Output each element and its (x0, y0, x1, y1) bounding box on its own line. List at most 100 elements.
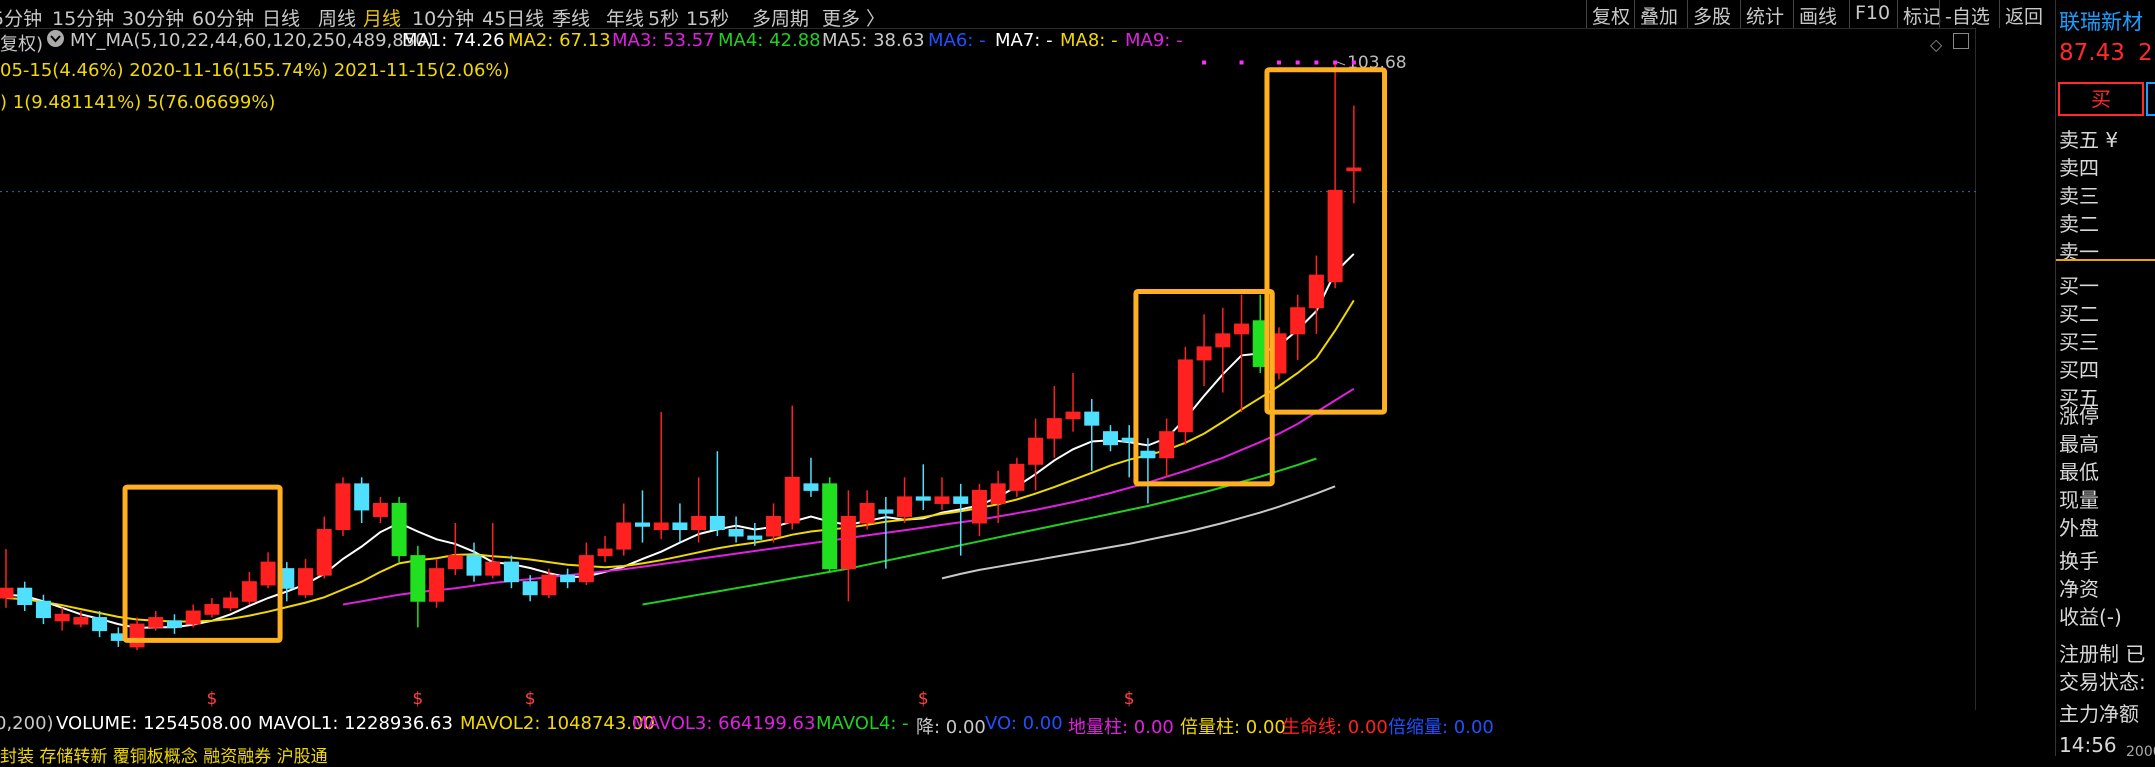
candle-body (298, 568, 314, 596)
candle-body (953, 496, 969, 504)
volume-stat-6: 降: 0.00 (916, 717, 986, 738)
period-toolbar: 5分钟 15分钟 30分钟 60分钟日线周线月线 10分钟 45日线季线年线5秒 15秒多周… (0, 0, 2043, 31)
period-7[interactable]: 10分钟 (412, 4, 474, 31)
stat-row-3: 现量 (2059, 488, 2099, 512)
candle-body (335, 483, 351, 531)
candle-body (1290, 307, 1306, 335)
period-4[interactable]: 日线 (262, 4, 300, 31)
candle-body (1140, 450, 1156, 459)
candle-body (1327, 189, 1343, 283)
tool-button-7[interactable]: -自选 (1945, 2, 1990, 29)
tool-button-0[interactable]: 复权 (1592, 2, 1630, 29)
candle-body (54, 613, 70, 622)
order-book-row-7: 买三 (2059, 330, 2099, 354)
candle-body (1215, 333, 1231, 348)
candle-body (541, 574, 557, 596)
buy-button[interactable]: 买 (2058, 82, 2144, 116)
last-price: 87.43 (2059, 40, 2125, 66)
period-0[interactable]: 5分钟 (0, 4, 42, 31)
stat-row-8: 注册制 已 (2059, 642, 2146, 666)
candle-body (35, 600, 51, 619)
candle-body (1159, 431, 1175, 459)
concept-tags: 封装 存储转新 覆铜板概念 融资融券 沪股通 (0, 747, 328, 767)
signal-dot (1202, 60, 1207, 65)
s-marker-icon: $ (1124, 689, 1135, 709)
period-8[interactable]: 45日线 (482, 4, 544, 31)
order-book-row-5: 买一 (2059, 274, 2099, 298)
candle-body (597, 548, 613, 557)
tool-button-4[interactable]: 画线 (1799, 2, 1837, 29)
period-12[interactable]: 15秒 (686, 4, 729, 31)
volume-stat-7: VO: 0.00 (985, 713, 1063, 734)
tool-button-8[interactable]: 返回 (2005, 2, 2043, 29)
candle-body (316, 529, 332, 576)
candle-body (503, 561, 519, 583)
order-book-row-1: 卖四 (2059, 156, 2099, 180)
tool-separator (1897, 0, 1898, 28)
candle-body (784, 476, 800, 524)
candle-body (653, 522, 669, 531)
order-book-row-6: 买二 (2059, 302, 2099, 326)
candle-body (17, 587, 33, 606)
candle-body (578, 555, 594, 583)
volume-stat-9: 倍量柱: 0.00 (1180, 717, 1286, 738)
high-marker-arrow (1336, 61, 1346, 66)
order-book-row-0: 卖五 ¥ (2059, 128, 2119, 152)
candle-body (560, 574, 576, 583)
tool-separator (1740, 0, 1741, 28)
candle-body (1177, 359, 1193, 433)
period-1[interactable]: 15分钟 (52, 4, 114, 31)
quote-panel: 联瑞新材 87.43 2. 买 卖五 ¥卖四卖三卖二卖一买一买二买三买四买五 涨… (2055, 0, 2155, 760)
sell-button-edge[interactable] (2146, 82, 2155, 116)
stat-row-9: 交易状态: (2059, 670, 2146, 694)
volume-stat-5: MAVOL4: - (816, 713, 909, 734)
tool-button-6[interactable]: 标记 (1903, 2, 1941, 29)
signal-dot (1351, 60, 1356, 65)
tool-button-3[interactable]: 统计 (1746, 2, 1784, 29)
candle-body (0, 587, 14, 599)
tool-separator (1586, 0, 1587, 28)
period-6[interactable]: 月线 (363, 4, 401, 31)
candle-body (73, 617, 89, 625)
order-book-row-3: 卖二 (2059, 212, 2099, 236)
tool-separator (1687, 0, 1688, 28)
bid-ask-divider (2056, 259, 2155, 261)
period-5[interactable]: 周线 (318, 4, 356, 31)
candle-body (429, 568, 445, 602)
period-3[interactable]: 60分钟 (192, 4, 254, 31)
candle-body (766, 515, 782, 537)
volume-stat-4: MAVOL3: 664199.63 (632, 713, 816, 734)
volume-scale-value: 2000 (2126, 744, 2155, 760)
volume-stat-3: MAVOL2: 1048743.00 (460, 713, 655, 734)
period-13[interactable]: 多周期 (752, 4, 809, 31)
stat-row-6: 净资 (2059, 577, 2099, 601)
candle-body (485, 561, 501, 576)
volume-stat-10: 生命线: 0.00 (1282, 717, 1388, 738)
period-9[interactable]: 季线 (552, 4, 590, 31)
candle-body (391, 502, 407, 557)
candle-body (971, 489, 987, 524)
candle-body (634, 522, 650, 527)
period-11[interactable]: 5秒 (648, 4, 679, 31)
tool-button-5[interactable]: F10 (1855, 2, 1890, 24)
period-10[interactable]: 年线 (606, 4, 644, 31)
candle-body (1009, 463, 1025, 491)
tool-button-2[interactable]: 多股 (1693, 2, 1731, 29)
s-marker-icon: $ (207, 689, 218, 709)
candle-body (709, 515, 725, 531)
tool-button-1[interactable]: 叠加 (1640, 2, 1678, 29)
candle-body (840, 515, 856, 570)
s-marker-icon: $ (525, 689, 536, 709)
kline-chart[interactable]: 10.0020.0030.0040.0050.0060.0070.0080.00… (0, 28, 1976, 710)
order-book-row-8: 买四 (2059, 358, 2099, 382)
signal-dot (1295, 60, 1300, 65)
signal-dot (1333, 60, 1338, 65)
candle-body (747, 535, 763, 540)
period-14[interactable]: 更多 〉 (822, 4, 885, 31)
stat-row-10: 主力净额 (2059, 702, 2139, 726)
candle-body (691, 515, 707, 531)
candle-body (372, 502, 388, 517)
candle-body (1102, 431, 1118, 446)
period-2[interactable]: 30分钟 (122, 4, 184, 31)
stat-row-5: 换手 (2059, 549, 2099, 573)
